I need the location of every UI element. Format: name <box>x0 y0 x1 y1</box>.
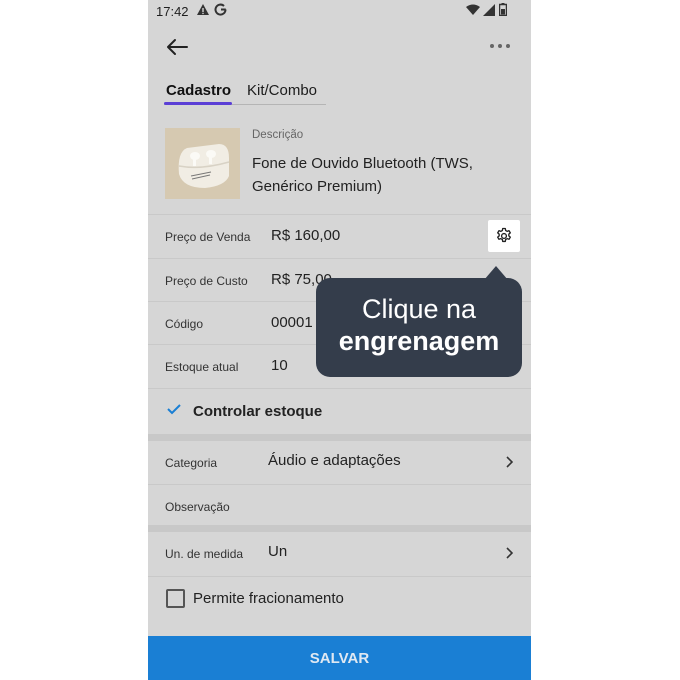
tutorial-tooltip: Clique na engrenagem <box>316 266 522 377</box>
tab-kit-combo[interactable]: Kit/Combo <box>247 82 317 99</box>
category-value: Áudio e adaptações <box>268 452 401 469</box>
status-time: 17:42 <box>156 4 189 19</box>
more-options-icon[interactable] <box>489 40 511 52</box>
price-settings-button[interactable] <box>488 220 520 252</box>
tooltip-arrow <box>484 266 508 280</box>
sale-price-row[interactable]: Preço de Venda R$ 160,00 <box>148 214 531 258</box>
code-value[interactable]: 00001 <box>271 314 313 331</box>
warning-icon <box>197 4 209 15</box>
status-right-icons <box>465 3 508 19</box>
fractional-label: Permite fracionamento <box>193 590 344 607</box>
wifi-icon <box>465 4 480 15</box>
status-left-icons <box>196 3 227 19</box>
unit-label: Un. de medida <box>165 547 244 561</box>
google-icon <box>214 3 227 16</box>
app-bar <box>148 24 531 68</box>
tooltip-line-2: engrenagem <box>338 326 500 356</box>
control-stock-label: Controlar estoque <box>193 403 323 420</box>
stock-label: Estoque atual <box>165 360 239 374</box>
section-divider <box>148 525 531 532</box>
gear-icon <box>497 227 511 243</box>
stock-value[interactable]: 10 <box>271 357 288 374</box>
description-value[interactable]: Fone de Ouvido Bluetooth (TWS, Genérico … <box>252 152 512 198</box>
fractional-checkbox[interactable] <box>166 589 185 608</box>
product-header: Descrição Fone de Ouvido Bluetooth (TWS,… <box>148 118 531 214</box>
notes-row[interactable]: Observação <box>148 484 531 528</box>
cost-price-label: Preço de Custo <box>165 274 248 288</box>
unit-value: Un <box>268 543 288 560</box>
checkmark-icon[interactable] <box>167 403 181 415</box>
active-tab-indicator <box>164 102 232 105</box>
tooltip-line-1: Clique na <box>361 294 477 324</box>
product-image[interactable] <box>165 128 240 199</box>
notes-label: Observação <box>165 500 230 514</box>
chevron-right-icon[interactable] <box>505 456 513 468</box>
category-label: Categoria <box>165 456 218 470</box>
sale-price-value[interactable]: R$ 160,00 <box>271 227 340 244</box>
save-button[interactable]: SALVAR <box>148 636 531 680</box>
section-divider <box>148 434 531 441</box>
battery-icon <box>498 3 508 17</box>
tab-cadastro[interactable]: Cadastro <box>166 82 231 99</box>
back-arrow-icon[interactable] <box>166 38 188 56</box>
code-label: Código <box>165 317 204 331</box>
description-label: Descrição <box>252 129 304 141</box>
control-stock-row[interactable]: Controlar estoque <box>148 388 531 435</box>
chevron-right-icon[interactable] <box>505 547 513 559</box>
unit-row[interactable]: Un. de medida Un <box>148 532 531 575</box>
fractional-row[interactable]: Permite fracionamento <box>148 576 531 621</box>
earbuds-case-image <box>165 128 240 199</box>
sale-price-label: Preço de Venda <box>165 230 251 244</box>
signal-icon <box>483 4 496 16</box>
status-bar: 17:42 <box>148 0 531 24</box>
tab-bar: Cadastro Kit/Combo <box>164 78 326 105</box>
category-row[interactable]: Categoria Áudio e adaptações <box>148 441 531 484</box>
